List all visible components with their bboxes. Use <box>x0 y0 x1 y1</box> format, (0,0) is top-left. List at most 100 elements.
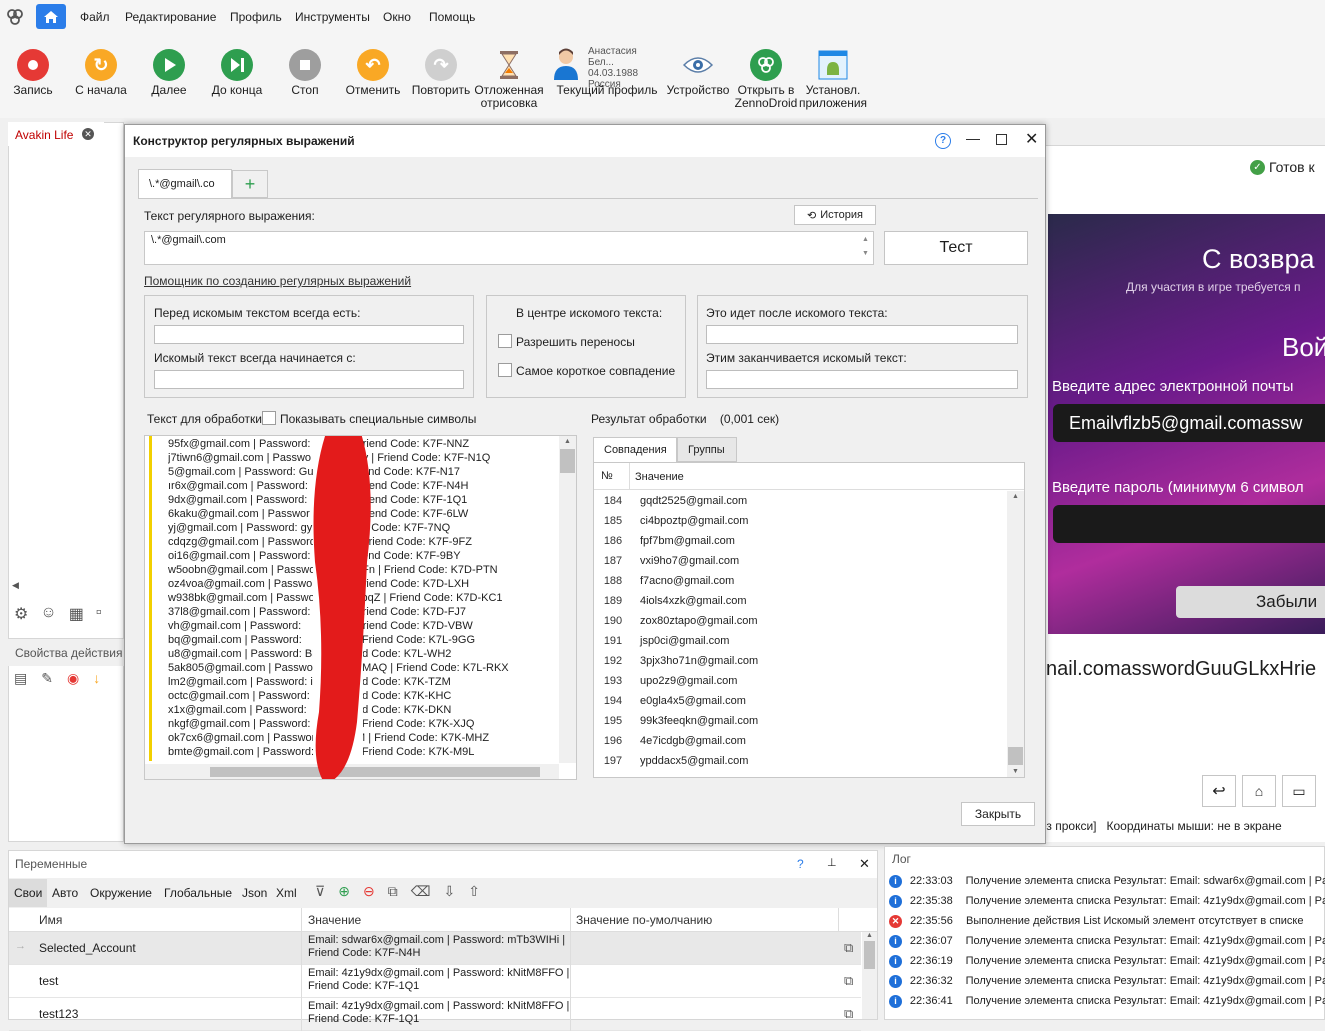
result-row[interactable]: 189 4iols4xzk@gmail.com <box>594 591 1006 611</box>
vars-tab-json[interactable]: Json <box>242 886 267 900</box>
login-title: Вой <box>1282 332 1325 362</box>
source-text-area[interactable]: 95fx@gmail.com | Password: Friend Code: K… <box>144 435 577 780</box>
edit-icon[interactable]: ✎ <box>41 670 53 690</box>
results-table: № Значение 184 gqdt2525@gmail.com 185 ci4bp… <box>593 462 1025 778</box>
result-row[interactable]: 188 f7acno@gmail.com <box>594 571 1006 591</box>
to-end-button[interactable]: До конца <box>202 34 272 97</box>
result-row[interactable]: 191 jsp0ci@gmail.com <box>594 631 1006 651</box>
result-row[interactable]: 197 ypddacx5@gmail.com <box>594 751 1006 771</box>
results-vscroll[interactable]: ▲ ▼ <box>1007 491 1024 777</box>
allow-wrap-checkbox[interactable] <box>498 334 512 348</box>
undo-button[interactable]: ↶ Отменить <box>338 34 408 97</box>
history-button[interactable]: ⟲ История <box>794 205 876 225</box>
properties-icon[interactable]: ▤ <box>14 670 27 690</box>
result-row[interactable]: 190 zox80ztapo@gmail.com <box>594 611 1006 631</box>
redo-button[interactable]: ↷ Повторить <box>406 34 476 97</box>
result-row[interactable]: 184 gqdt2525@gmail.com <box>594 491 1006 511</box>
variable-row[interactable]: test Email: 4z1y9dx@gmail.com | Password:… <box>9 965 861 998</box>
back-button[interactable]: ↩ <box>1202 775 1236 807</box>
source-vscroll[interactable]: ▲ <box>559 436 576 763</box>
menu-edit[interactable]: Редактирование <box>125 10 216 24</box>
helper-link[interactable]: Помощник по созданию регулярных выражени… <box>144 274 411 288</box>
add-variable-icon[interactable]: ⊕ <box>338 883 350 900</box>
close-dialog-icon[interactable]: ✕ <box>1025 129 1038 149</box>
record-small-icon[interactable]: ◉ <box>67 670 79 690</box>
tab-groups[interactable]: Группы <box>677 437 737 462</box>
vars-vscroll[interactable]: ▲ <box>862 932 877 1019</box>
settings-icon[interactable]: ⚙ <box>14 604 28 626</box>
eraser-icon[interactable]: ⌫ <box>411 883 431 900</box>
regex-input[interactable]: \.*@gmail\.com <box>144 231 874 265</box>
result-row[interactable]: 186 fpf7bm@gmail.com <box>594 531 1006 551</box>
after-input[interactable] <box>706 325 1018 344</box>
open-zennodroid-button[interactable]: Открыть в ZennoDroid <box>731 34 801 110</box>
current-profile-button[interactable]: Анастасия Бел... 04.03.1988 Россия <box>552 46 662 90</box>
restart-button[interactable]: ↻ С начала <box>66 34 136 97</box>
home-device-button[interactable]: ⌂ <box>1242 775 1276 807</box>
variable-row[interactable]: → Selected_Account Email: sdwar6x@gmail.co… <box>9 932 861 965</box>
result-value: 4iols4xzk@gmail.com <box>640 595 747 607</box>
vars-close-icon[interactable]: ✕ <box>859 856 870 872</box>
result-row[interactable]: 193 upo2z9@gmail.com <box>594 671 1006 691</box>
tab-matches[interactable]: Совпадения <box>593 437 677 463</box>
menu-file[interactable]: Файл <box>80 10 110 24</box>
vars-tab-own[interactable]: Свои <box>14 886 42 900</box>
next-button[interactable]: Далее <box>134 34 204 97</box>
device-button[interactable]: Устройство <box>663 34 733 97</box>
delayed-render-button[interactable]: Отложенная отрисовка <box>474 34 544 110</box>
result-row[interactable]: 185 ci4bpoztp@gmail.com <box>594 511 1006 531</box>
close-tab-icon[interactable]: ✕ <box>82 128 94 140</box>
filter-icon[interactable]: ⊽ <box>315 883 325 900</box>
starts-input[interactable] <box>154 370 464 389</box>
result-row[interactable]: 194 e0gla4x5@gmail.com <box>594 691 1006 711</box>
recent-apps-button[interactable]: ▭ <box>1282 775 1316 807</box>
user-icon[interactable]: ☺ <box>40 604 56 626</box>
stop-button[interactable]: Стоп <box>270 34 340 97</box>
vars-tab-env[interactable]: Окружение <box>90 886 152 900</box>
menu-window[interactable]: Окно <box>383 10 411 24</box>
add-tab-button[interactable]: + <box>232 170 268 198</box>
pin-icon[interactable]: ⊥ <box>827 856 837 869</box>
ends-input[interactable] <box>706 370 1018 389</box>
variable-row[interactable]: test123 Email: 4z1y9dx@gmail.com | Passwo… <box>9 998 861 1031</box>
show-special-checkbox[interactable] <box>262 411 276 425</box>
grid-icon[interactable]: ▦ <box>69 604 84 626</box>
remove-variable-icon[interactable]: ⊖ <box>363 883 375 900</box>
vars-tab-global[interactable]: Глобальные <box>164 886 232 900</box>
move-up-icon[interactable]: ⇧ <box>468 883 480 900</box>
forgot-button[interactable]: Забыли <box>1176 586 1325 618</box>
move-down-icon[interactable]: ⇩ <box>444 883 456 900</box>
password-input[interactable] <box>1053 505 1325 543</box>
close-button[interactable]: Закрыть <box>961 802 1035 826</box>
result-row[interactable]: 195 99k3feeqkn@gmail.com <box>594 711 1006 731</box>
tab-regex[interactable]: \.*@gmail\.co <box>138 169 232 199</box>
avatar-icon <box>554 48 578 80</box>
result-row[interactable]: 192 3pjx3ho71n@gmail.com <box>594 651 1006 671</box>
copy-value-icon[interactable]: ⧉ <box>844 940 853 956</box>
menu-help[interactable]: Помощь <box>429 10 475 24</box>
copy-value-icon[interactable]: ⧉ <box>844 973 853 989</box>
help-icon[interactable]: ? <box>935 133 951 149</box>
record-button[interactable]: Запись <box>0 34 68 97</box>
regex-scroll[interactable]: ▲ ▼ <box>862 233 869 261</box>
copy-icon[interactable]: ⧉ <box>388 883 398 900</box>
vars-tab-xml[interactable]: Xml <box>276 886 297 900</box>
test-button[interactable]: Тест <box>884 231 1028 265</box>
maximize-button[interactable] <box>996 134 1007 145</box>
lock-icon[interactable]: ▫ <box>96 604 102 626</box>
home-button[interactable] <box>36 4 66 29</box>
menu-profile[interactable]: Профиль <box>230 10 282 24</box>
results-rows: 184 gqdt2525@gmail.com 185 ci4bpoztp@gmail.… <box>594 491 1006 771</box>
minimize-button[interactable]: — <box>966 130 980 146</box>
before-input[interactable] <box>154 325 464 344</box>
vars-tab-auto[interactable]: Авто <box>52 886 78 900</box>
email-input[interactable]: Emailvflzb5@gmail.comassw <box>1053 404 1325 442</box>
scroll-left-icon[interactable]: ◀ <box>12 580 19 591</box>
shortest-match-checkbox[interactable] <box>498 363 512 377</box>
menu-tools[interactable]: Инструменты <box>295 10 370 24</box>
arrow-down-icon[interactable]: ↓ <box>93 670 100 690</box>
installed-apps-button[interactable]: Установл. приложения <box>798 34 868 110</box>
result-row[interactable]: 187 vxi9ho7@gmail.com <box>594 551 1006 571</box>
vars-help-icon[interactable]: ? <box>797 857 804 871</box>
result-row[interactable]: 196 4e7icdgb@gmail.com <box>594 731 1006 751</box>
